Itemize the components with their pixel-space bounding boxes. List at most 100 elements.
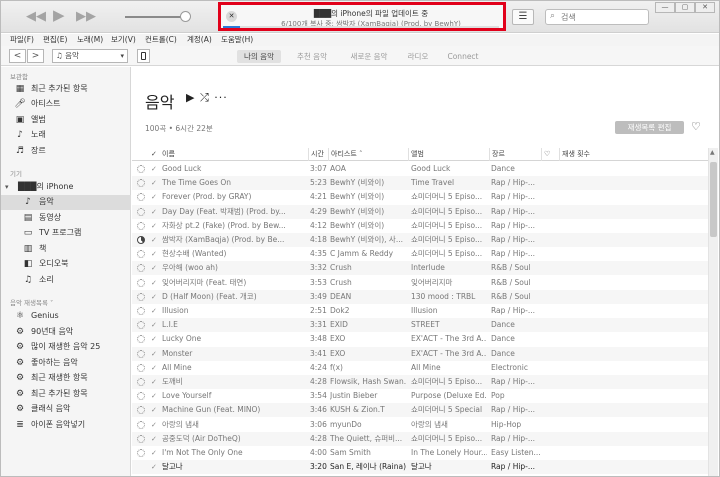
table-row[interactable]: ✓ 아랑의 냄새 3:06 myunDo 아랑의 냄새 Hip-Hop — [132, 418, 708, 432]
table-row[interactable]: ✓ Love Yourself 3:54 Justin Bieber Purpose (… — [132, 389, 708, 403]
sidebar-device-tones[interactable]: ♫ 소리 — [0, 273, 131, 288]
column-artist[interactable]: 아티스트 ˄ — [328, 148, 408, 161]
row-checkbox[interactable]: ✓ — [151, 375, 157, 389]
close-icon[interactable]: ✕ — [226, 11, 237, 22]
table-row[interactable]: ✓ L.I.E 3:31 EXID STREET Dance — [132, 318, 708, 333]
search-box[interactable]: ⌕ — [545, 9, 649, 25]
row-checkbox[interactable]: ✓ — [151, 290, 157, 304]
tab-connect[interactable]: Connect — [442, 50, 484, 63]
table-row[interactable]: ✓ 도깨비 4:28 Flowsik, Hash Swan... 쇼미더머니 5 Epi… — [132, 375, 708, 389]
row-checkbox[interactable]: ✓ — [151, 205, 157, 219]
column-album[interactable]: 앨범 — [408, 148, 489, 161]
rewind-icon[interactable]: ◀◀ — [26, 10, 46, 23]
row-checkbox[interactable]: ✓ — [151, 176, 157, 190]
sidebar-playlist-recently-added[interactable]: ⚙ 최근 추가된 항목 — [0, 387, 131, 402]
playlists-header[interactable]: 음악 재생목록 ˅ — [10, 297, 53, 307]
column-plays[interactable]: 재생 횟수 — [559, 148, 590, 161]
menu-view[interactable]: 보기(V) — [111, 34, 136, 45]
sidebar-playlist-top25[interactable]: ⚙ 많이 재생한 음악 25 — [0, 340, 131, 355]
table-row[interactable]: ✓ Illusion 2:51 Dok2 Illusion Rap / Hip-... — [132, 304, 708, 318]
row-checkbox[interactable]: ✓ — [151, 332, 157, 346]
column-check[interactable]: ✓ — [151, 148, 157, 161]
sidebar-playlist-classical[interactable]: ⚙ 클래식 음악 — [0, 402, 131, 417]
column-name[interactable]: 이름 — [162, 148, 175, 161]
volume-knob[interactable] — [180, 11, 191, 22]
library-selector[interactable]: ♫ 음악 ▾ — [52, 49, 128, 63]
sidebar-playlist-genius[interactable]: ⚛ Genius — [0, 309, 131, 324]
row-checkbox[interactable]: ✓ — [151, 318, 157, 332]
sidebar-device-tv[interactable]: ▭ TV 프로그램 — [0, 226, 131, 241]
list-view-button[interactable]: ☰ — [512, 9, 534, 25]
row-checkbox[interactable]: ✓ — [151, 389, 157, 403]
table-row[interactable]: ✓ The Time Goes On 5:23 BewhY (비와이) Time Tra… — [132, 176, 708, 191]
sidebar-item-albums[interactable]: ▣ 앨범 — [0, 113, 131, 128]
row-checkbox[interactable]: ✓ — [151, 233, 157, 247]
sidebar-device-audiobooks[interactable]: ◧ 오디오북 — [0, 257, 131, 272]
table-row[interactable]: ✓ Forever (Prod. by GRAY) 4:21 BewhY (비와이) 쇼… — [132, 190, 708, 204]
table-row[interactable]: ✓ Good Luck 3:07 AOA Good Luck Dance — [132, 162, 708, 176]
row-checkbox[interactable]: ✓ — [151, 432, 157, 446]
iphone-device-button[interactable] — [137, 49, 150, 63]
volume-slider[interactable] — [125, 16, 187, 18]
tab-new[interactable]: 새로운 음악 — [343, 50, 395, 63]
sidebar-item-genres[interactable]: ♬ 장르 — [0, 144, 131, 159]
menu-account[interactable]: 계정(A) — [187, 34, 212, 45]
table-row[interactable]: ✓ Machine Gun (Feat. MINO) 3:46 KUSH & Zion… — [132, 403, 708, 418]
table-row[interactable]: ✓ Day Day (Feat. 박재범) (Prod. by... 4:29 Bew… — [132, 204, 708, 219]
table-row[interactable]: ✓ I'm Not The Only One 4:00 Sam Smith In The… — [132, 446, 708, 460]
column-genre[interactable]: 장르 — [489, 148, 541, 161]
table-row[interactable]: ✓ Monster 3:41 EXO EX'ACT - The 3rd A... Danc… — [132, 346, 708, 361]
scrollbar-thumb[interactable] — [710, 162, 717, 237]
close-window-button[interactable]: ✕ — [695, 2, 715, 13]
sidebar-playlist-recently-played[interactable]: ⚙ 최근 재생한 항목 — [0, 371, 131, 386]
row-checkbox[interactable]: ✓ — [151, 190, 157, 204]
table-row[interactable]: ✓ All Mine 4:24 f(x) All Mine Electronic — [132, 361, 708, 375]
menu-controls[interactable]: 컨트롤(C) — [145, 34, 177, 45]
play-icon[interactable]: ▶ — [53, 8, 65, 23]
row-checkbox[interactable]: ✓ — [151, 446, 157, 460]
row-checkbox[interactable]: ✓ — [151, 361, 157, 375]
heart-icon[interactable]: ♡ — [691, 120, 701, 133]
sidebar-item-artists[interactable]: 🎤︎ 아티스트 — [0, 97, 131, 112]
menu-file[interactable]: 파일(F) — [10, 34, 34, 45]
row-checkbox[interactable]: ✓ — [151, 460, 157, 474]
column-time[interactable]: 시간 — [308, 148, 330, 161]
row-checkbox[interactable]: ✓ — [151, 347, 157, 361]
tab-for-you[interactable]: 추천 음악 — [287, 50, 337, 63]
table-row[interactable]: ✓ 자화상 pt.2 (Fake) (Prod. by Bew... 4:12 Bew… — [132, 219, 708, 233]
table-row[interactable]: ✓ 잊어버리지마 (Feat. 태연) 3:53 Crush 잊어버리지마 R&B / S… — [132, 276, 708, 290]
sidebar-device-music[interactable]: ♪ 음악 — [0, 195, 131, 210]
menu-help[interactable]: 도움말(H) — [221, 34, 253, 45]
sidebar-playlist-90s[interactable]: ⚙ 90년대 음악 — [0, 325, 131, 340]
table-row[interactable]: ✓ Lucky One 3:48 EXO EX'ACT - The 3rd A... Da… — [132, 332, 708, 346]
sidebar-item-songs[interactable]: ♪ 노래 — [0, 128, 131, 143]
sidebar-device-iphone[interactable]: ▾ ███의 iPhone — [0, 180, 131, 195]
back-button[interactable]: < — [9, 49, 26, 63]
table-row[interactable]: ✓ 쌈박자 (XamBaqja) (Prod. by Be... 4:18 BewhY… — [132, 233, 708, 247]
row-checkbox[interactable]: ✓ — [151, 247, 157, 261]
scroll-up-icon[interactable]: ▲ — [710, 149, 715, 156]
row-checkbox[interactable]: ✓ — [151, 219, 157, 233]
tab-my-music[interactable]: 나의 음악 — [237, 50, 281, 63]
row-checkbox[interactable]: ✓ — [151, 162, 157, 176]
maximize-button[interactable]: ▢ — [675, 2, 695, 13]
menu-song[interactable]: 노래(M) — [77, 34, 103, 45]
column-love[interactable]: ♡ — [541, 148, 559, 161]
sidebar-item-recently-added[interactable]: ▦ 최근 추가된 항목 — [0, 82, 131, 97]
sidebar-playlist-favorites[interactable]: ⚙ 좋아하는 음악 — [0, 356, 131, 371]
table-row[interactable]: ✓ 달고나 3:20 San E, 레이나 (Raina) 달고나 Rap / Hip-.… — [132, 460, 708, 475]
row-checkbox[interactable]: ✓ — [151, 418, 157, 432]
play-shuffle-more-controls[interactable]: ▶ ⤮ ··· — [186, 91, 228, 105]
table-row[interactable]: ✓ 우아해 (woo ah) 3:32 Crush Interlude R&B / Sou… — [132, 261, 708, 276]
table-row[interactable]: ✓ 현상수배 (Wanted) 4:35 C Jamm & Reddy 쇼미더머니 5 … — [132, 247, 708, 261]
edit-playlist-button[interactable]: 재생목록 편집 — [615, 121, 684, 134]
sidebar-device-books[interactable]: ▥ 책 — [0, 242, 131, 257]
row-checkbox[interactable]: ✓ — [151, 261, 157, 275]
minimize-button[interactable]: — — [655, 2, 675, 13]
sidebar-device-videos[interactable]: ▤ 동영상 — [0, 211, 131, 226]
table-row[interactable]: ✓ D (Half Moon) (Feat. 개코) 3:49 DEAN 130 moo… — [132, 289, 708, 304]
menu-edit[interactable]: 편집(E) — [43, 34, 67, 45]
tab-radio[interactable]: 라디오 — [400, 50, 436, 63]
row-checkbox[interactable]: ✓ — [151, 276, 157, 290]
table-row[interactable]: ✓ 공중도덕 (Air DoTheQ) 4:28 The Quiett, 슈퍼비...… — [132, 431, 708, 446]
